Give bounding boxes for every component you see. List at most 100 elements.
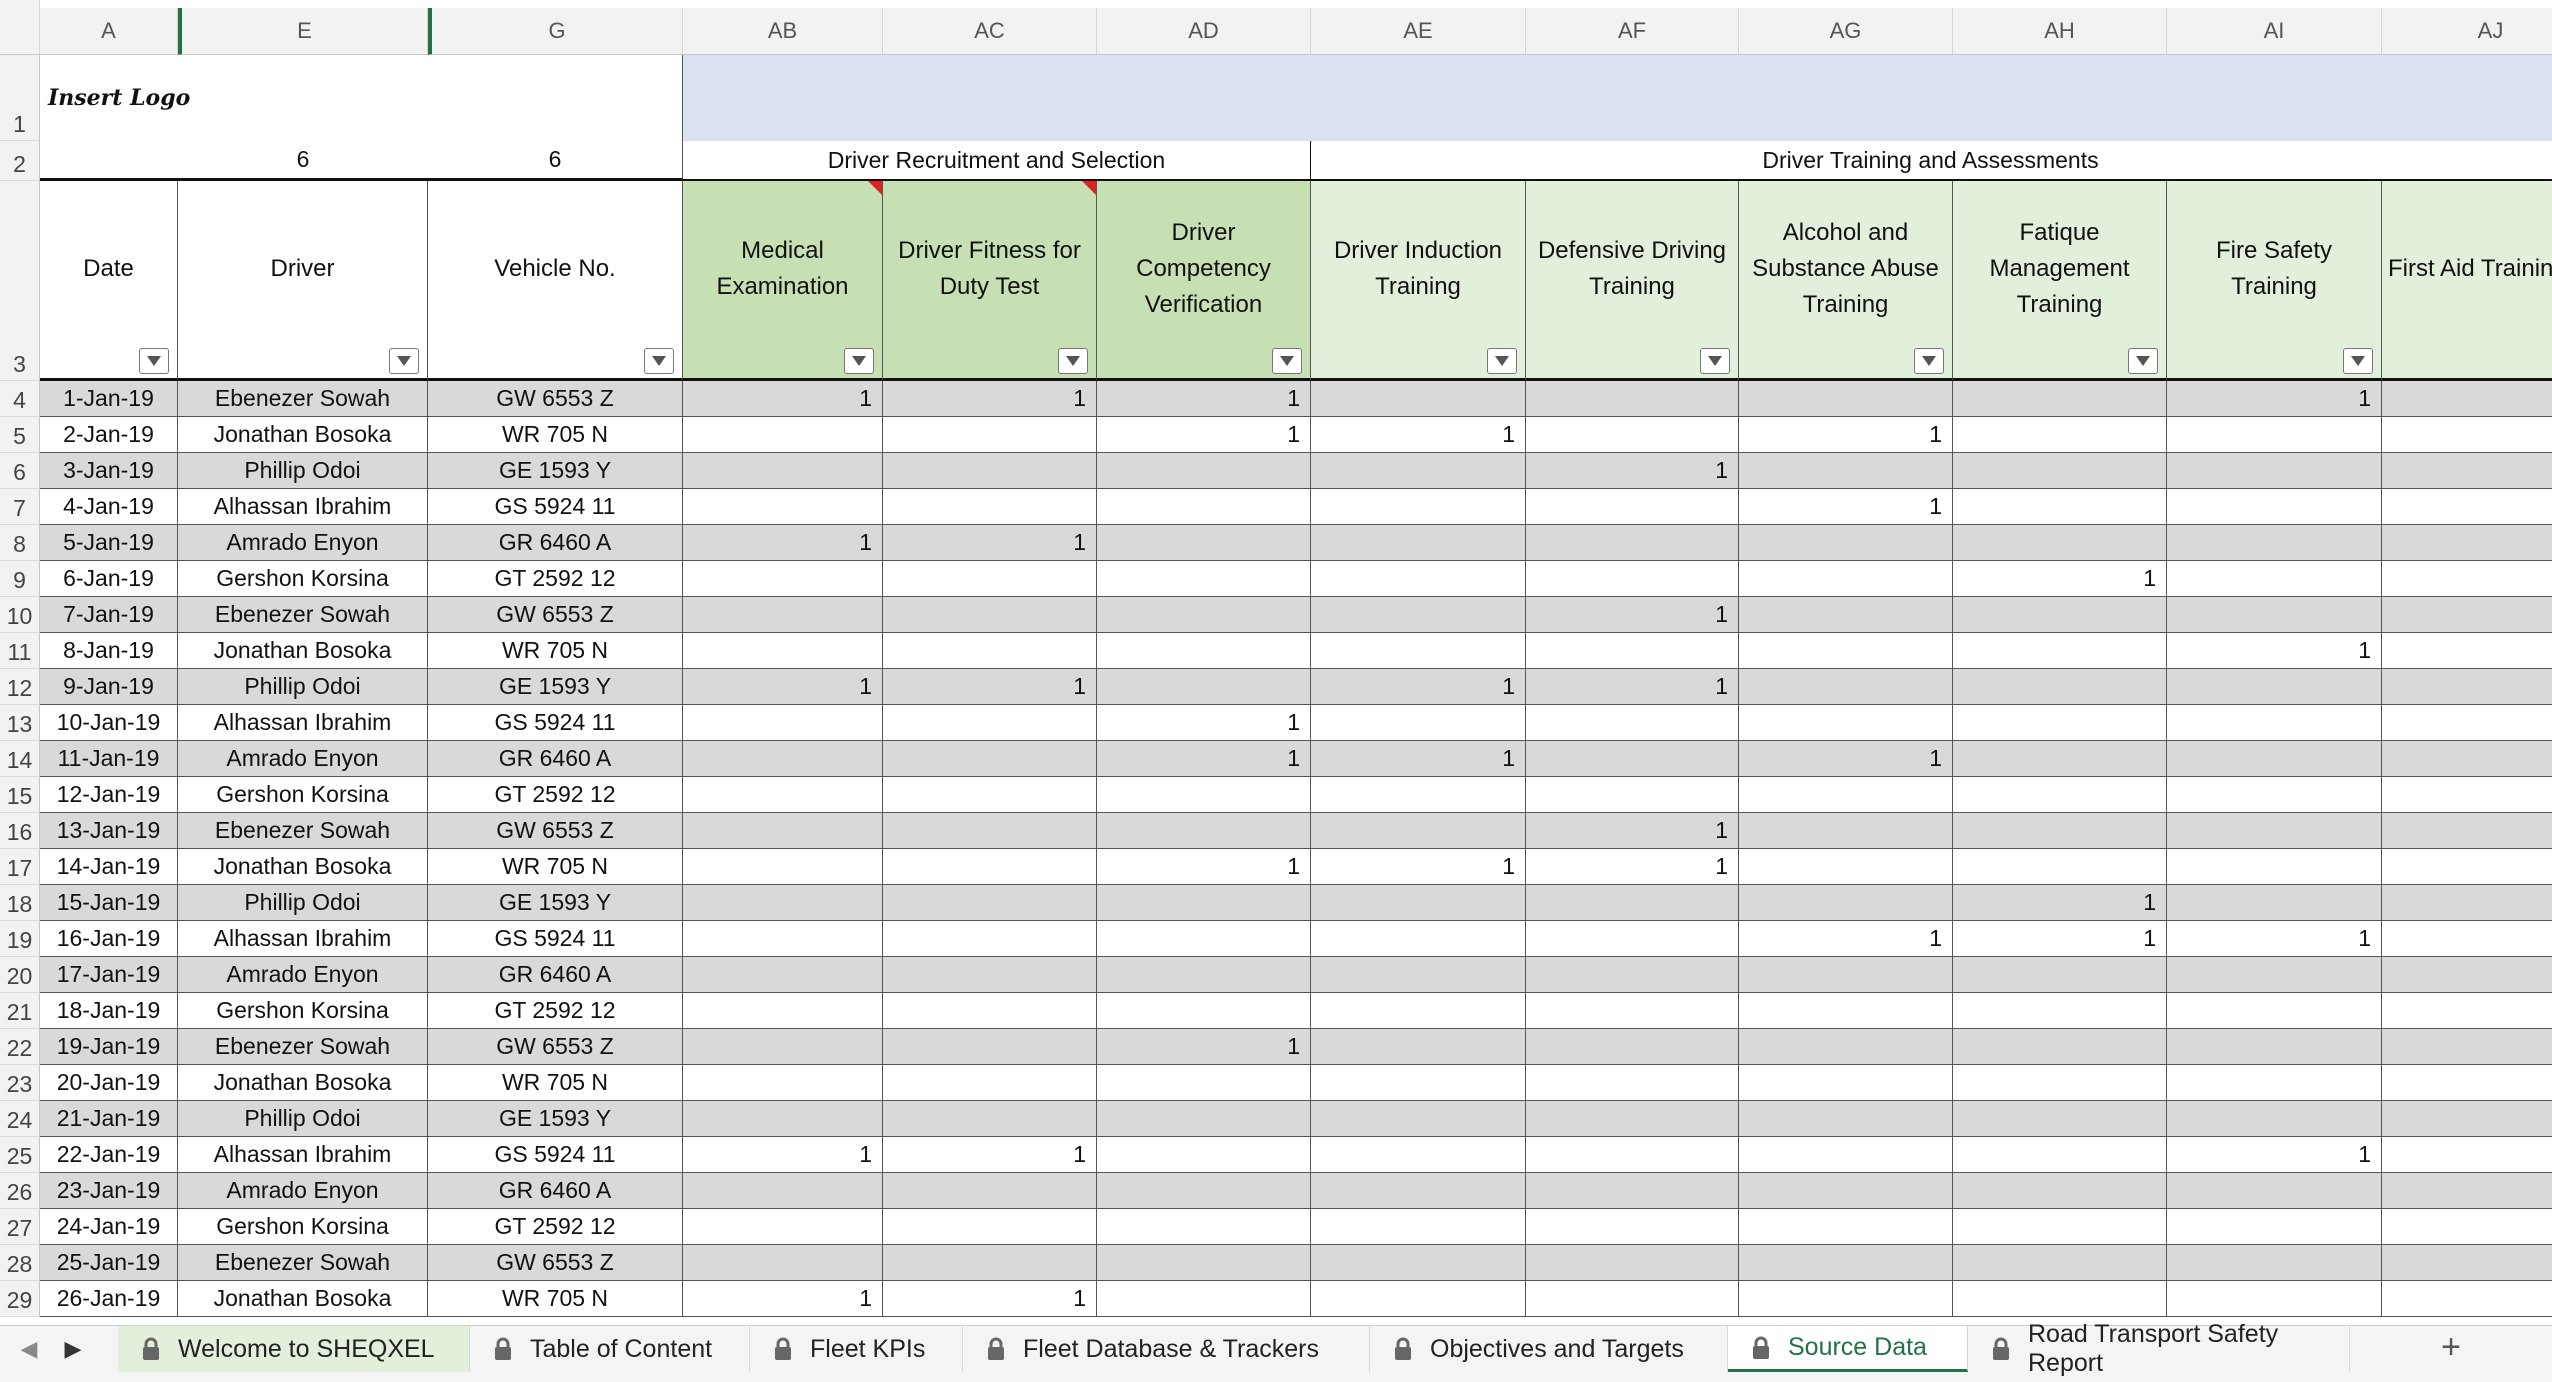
vehicle-cell[interactable]: GW 6553 Z [428, 1029, 683, 1065]
row-header-24[interactable]: 24 [0, 1101, 40, 1137]
value-cell[interactable] [1526, 489, 1739, 525]
row-header-1[interactable]: 1 [0, 55, 40, 141]
sheet-tab-table-of-content[interactable]: Table of Content [470, 1326, 750, 1372]
filter-dropdown-icon[interactable] [644, 348, 674, 374]
value-cell[interactable] [683, 1209, 883, 1245]
value-cell[interactable] [2382, 957, 2552, 993]
value-cell[interactable] [1739, 957, 1953, 993]
header-fire-safety-training[interactable]: Fire Safety Training [2167, 181, 2382, 381]
value-cell[interactable] [1526, 921, 1739, 957]
vehicle-cell[interactable]: GW 6553 Z [428, 381, 683, 417]
value-cell[interactable]: 1 [1739, 417, 1953, 453]
date-cell[interactable]: 13-Jan-19 [40, 813, 178, 849]
value-cell[interactable] [2382, 417, 2552, 453]
value-cell[interactable] [883, 705, 1097, 741]
value-cell[interactable] [1526, 777, 1739, 813]
value-cell[interactable]: 1 [2167, 633, 2382, 669]
tab-scroll-right-icon[interactable]: ▶ [60, 1336, 86, 1362]
value-cell[interactable]: 1 [683, 669, 883, 705]
value-cell[interactable] [683, 993, 883, 1029]
value-cell[interactable] [1526, 561, 1739, 597]
value-cell[interactable] [1953, 381, 2167, 417]
column-header-ad[interactable]: AD [1097, 8, 1311, 55]
row-header-12[interactable]: 12 [0, 669, 40, 705]
row-header-22[interactable]: 22 [0, 1029, 40, 1065]
value-cell[interactable] [1739, 561, 1953, 597]
value-cell[interactable] [2167, 597, 2382, 633]
value-cell[interactable] [1739, 1209, 1953, 1245]
value-cell[interactable]: 1 [883, 1281, 1097, 1317]
value-cell[interactable] [883, 921, 1097, 957]
value-cell[interactable] [1953, 1065, 2167, 1101]
value-cell[interactable] [883, 849, 1097, 885]
value-cell[interactable] [2167, 1281, 2382, 1317]
vehicle-cell[interactable]: GW 6553 Z [428, 813, 683, 849]
value-cell[interactable]: 1 [1311, 417, 1526, 453]
value-cell[interactable] [1526, 1173, 1739, 1209]
value-cell[interactable] [2167, 1065, 2382, 1101]
driver-cell[interactable]: Amrado Enyon [178, 525, 428, 561]
value-cell[interactable] [683, 453, 883, 489]
vehicle-cell[interactable]: GE 1593 Y [428, 453, 683, 489]
value-cell[interactable] [683, 813, 883, 849]
value-cell[interactable] [883, 1101, 1097, 1137]
value-cell[interactable] [883, 633, 1097, 669]
value-cell[interactable] [1953, 993, 2167, 1029]
value-cell[interactable]: 1 [883, 669, 1097, 705]
value-cell[interactable] [1311, 1245, 1526, 1281]
vehicle-cell[interactable]: GT 2592 12 [428, 561, 683, 597]
date-cell[interactable]: 17-Jan-19 [40, 957, 178, 993]
value-cell[interactable]: 1 [1739, 489, 1953, 525]
row-header-7[interactable]: 7 [0, 489, 40, 525]
value-cell[interactable] [2382, 1137, 2552, 1173]
filter-dropdown-icon[interactable] [1272, 348, 1302, 374]
value-cell[interactable] [1097, 1101, 1311, 1137]
value-cell[interactable] [1739, 633, 1953, 669]
value-cell[interactable]: 1 [883, 525, 1097, 561]
header-fatique-management-training[interactable]: Fatique Management Training [1953, 181, 2167, 381]
value-cell[interactable] [1526, 1101, 1739, 1137]
value-cell[interactable] [1953, 669, 2167, 705]
value-cell[interactable] [1311, 1101, 1526, 1137]
vehicle-cell[interactable]: GS 5924 11 [428, 489, 683, 525]
row-header-25[interactable]: 25 [0, 1137, 40, 1173]
value-cell[interactable] [1311, 633, 1526, 669]
header-alcohol-and-substance-abuse-training[interactable]: Alcohol and Substance Abuse Training [1739, 181, 1953, 381]
vehicle-cell[interactable]: WR 705 N [428, 1065, 683, 1101]
vehicle-cell[interactable]: WR 705 N [428, 417, 683, 453]
value-cell[interactable] [2167, 1173, 2382, 1209]
value-cell[interactable]: 1 [683, 525, 883, 561]
value-cell[interactable] [1097, 1209, 1311, 1245]
row-header-26[interactable]: 26 [0, 1173, 40, 1209]
vehicle-cell[interactable]: GW 6553 Z [428, 1245, 683, 1281]
value-cell[interactable]: 1 [683, 1281, 883, 1317]
value-cell[interactable]: 1 [1097, 1029, 1311, 1065]
driver-cell[interactable]: Amrado Enyon [178, 1173, 428, 1209]
value-cell[interactable] [683, 561, 883, 597]
column-header-a[interactable]: A [40, 8, 178, 55]
driver-cell[interactable]: Phillip Odoi [178, 453, 428, 489]
date-cell[interactable]: 1-Jan-19 [40, 381, 178, 417]
value-cell[interactable] [1953, 957, 2167, 993]
column-header-ab[interactable]: AB [683, 8, 883, 55]
value-cell[interactable]: 1 [1097, 381, 1311, 417]
value-cell[interactable] [2167, 453, 2382, 489]
sheet-tab-objectives-and-targets[interactable]: Objectives and Targets [1370, 1326, 1728, 1372]
row-header-28[interactable]: 28 [0, 1245, 40, 1281]
value-cell[interactable] [1739, 669, 1953, 705]
value-cell[interactable] [683, 777, 883, 813]
value-cell[interactable] [2167, 1245, 2382, 1281]
value-cell[interactable] [2167, 669, 2382, 705]
group-header-training[interactable]: Driver Training and Assessments [1311, 141, 2552, 181]
value-cell[interactable] [1526, 417, 1739, 453]
value-cell[interactable] [1097, 633, 1311, 669]
value-cell[interactable] [1953, 1029, 2167, 1065]
driver-cell[interactable]: Jonathan Bosoka [178, 1065, 428, 1101]
value-cell[interactable] [2382, 1245, 2552, 1281]
value-cell[interactable] [1953, 705, 2167, 741]
value-cell[interactable] [1097, 525, 1311, 561]
value-cell[interactable] [1311, 453, 1526, 489]
filter-dropdown-icon[interactable] [1914, 348, 1944, 374]
value-cell[interactable]: 1 [2167, 1137, 2382, 1173]
vehicle-cell[interactable]: GR 6460 A [428, 525, 683, 561]
